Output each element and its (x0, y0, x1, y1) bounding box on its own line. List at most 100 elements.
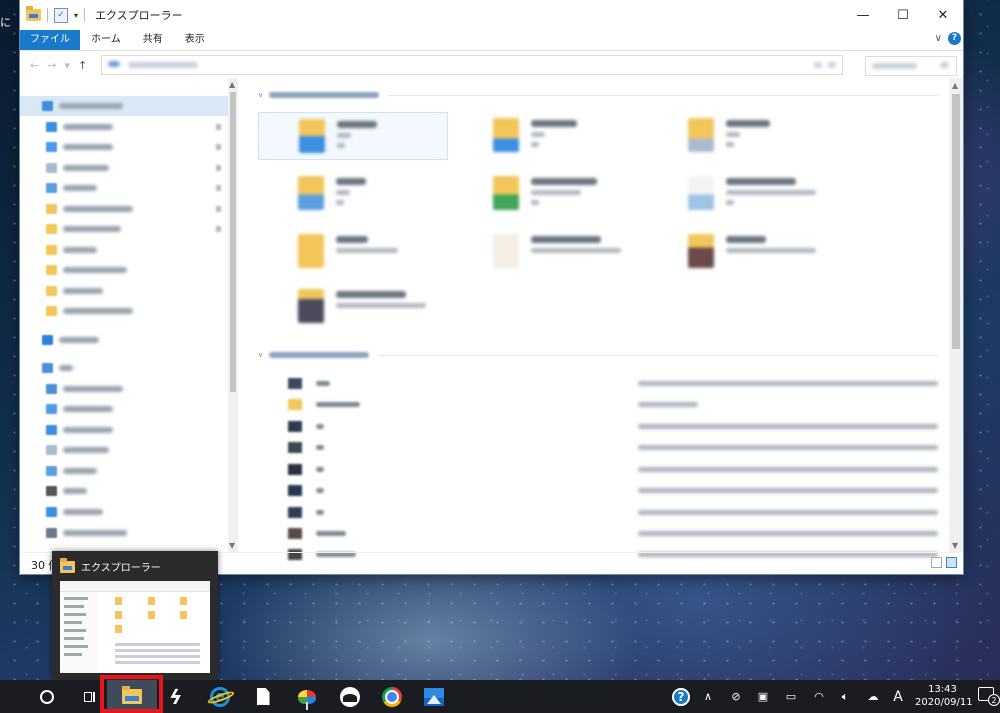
search-placeholder (872, 63, 917, 69)
pin-icon (216, 185, 221, 191)
clock[interactable]: 13:43 2020/09/11 (915, 680, 973, 713)
file-row[interactable] (288, 526, 938, 540)
tray-overflow-button[interactable]: ∧ (698, 680, 718, 713)
preview-thumbnail[interactable] (60, 581, 210, 673)
file-row[interactable] (288, 440, 938, 454)
nav-item[interactable] (46, 465, 97, 477)
nav-item-pc[interactable] (42, 362, 73, 374)
recent-locations-icon[interactable]: ▾ (64, 59, 70, 72)
taskbar-chrome-button[interactable] (372, 680, 412, 713)
folder-tile[interactable] (648, 228, 838, 276)
tab-share[interactable]: 共有 (132, 30, 174, 50)
properties-icon[interactable]: ✓ (54, 7, 68, 23)
nav-item[interactable] (46, 444, 109, 456)
window-title: エクスプローラー (95, 9, 183, 22)
nav-item[interactable] (46, 285, 103, 297)
section-header-recent-files[interactable]: ∨ (258, 350, 370, 360)
nav-item-onedrive[interactable] (42, 334, 99, 346)
nav-item[interactable] (46, 121, 113, 133)
nav-item[interactable] (46, 182, 97, 194)
nav-item[interactable] (46, 383, 123, 395)
view-switcher (931, 557, 957, 568)
wifi-button[interactable]: ◠ (808, 680, 830, 713)
file-list-scrollbar-thumb[interactable] (952, 94, 960, 349)
tab-view[interactable]: 表示 (174, 30, 216, 50)
explorer-window[interactable]: ✓ ▾ エクスプローラー — ☐ ✕ ファイル ホーム 共有 表示 ∨ ? ← … (20, 0, 963, 574)
nav-item[interactable] (46, 403, 113, 415)
ime-button[interactable]: A (888, 680, 908, 713)
folder-tile[interactable] (258, 283, 448, 331)
folder-tile[interactable] (648, 170, 838, 218)
onedrive-button[interactable]: ☁ (862, 680, 884, 713)
section-header-frequent-folders[interactable]: ∨ (258, 90, 380, 100)
folder-tile[interactable] (453, 170, 643, 218)
nav-item[interactable] (46, 264, 127, 276)
nav-scrollbar-thumb[interactable] (230, 92, 236, 392)
address-bar[interactable] (101, 55, 844, 75)
chevron-down-icon[interactable]: ∨ (935, 33, 942, 44)
cloud-upload-icon: ☁ (867, 690, 879, 703)
file-row[interactable] (288, 483, 938, 497)
nav-item[interactable] (46, 223, 121, 235)
tray-icon[interactable]: ▣ (752, 680, 774, 713)
scroll-up-icon[interactable]: ▲ (229, 80, 235, 89)
explorer-folder-icon (60, 557, 75, 573)
folder-tile[interactable] (258, 112, 448, 160)
search-input[interactable] (865, 56, 957, 76)
folder-tile[interactable] (648, 112, 838, 160)
battery-button[interactable]: ▭ (780, 680, 802, 713)
nav-item[interactable] (46, 527, 127, 539)
large-icons-view-icon[interactable] (946, 557, 957, 568)
tray-icon[interactable]: ⊘ (725, 680, 747, 713)
nav-item[interactable] (46, 305, 133, 317)
file-row[interactable] (288, 505, 938, 519)
volume-button[interactable]: 🔈︎ (834, 680, 856, 713)
back-arrow-icon[interactable]: ← (30, 59, 39, 72)
close-button[interactable]: ✕ (923, 0, 963, 30)
nav-item[interactable] (46, 424, 113, 436)
customize-toolbar-icon[interactable]: ▾ (74, 11, 78, 20)
scroll-down-icon[interactable]: ▼ (952, 541, 958, 550)
nav-item-quick-access[interactable] (42, 100, 123, 112)
details-view-icon[interactable] (931, 557, 942, 568)
taskbar-app-button[interactable] (287, 680, 327, 713)
folder-tile[interactable] (258, 170, 448, 218)
cortana-button[interactable] (30, 680, 64, 713)
nav-item[interactable] (46, 203, 133, 215)
refresh-icon[interactable] (828, 62, 837, 68)
forward-arrow-icon[interactable]: → (47, 59, 56, 72)
wifi-icon: ◠ (814, 690, 824, 703)
nav-item[interactable] (46, 141, 113, 153)
taskbar-ie-button[interactable]: e (200, 680, 240, 713)
file-row[interactable] (288, 419, 938, 433)
title-bar[interactable]: ✓ ▾ エクスプローラー — ☐ ✕ (20, 0, 963, 30)
help-button[interactable]: ? (948, 32, 961, 45)
pin-icon (216, 165, 221, 171)
folder-tile[interactable] (453, 112, 643, 160)
file-row[interactable] (288, 376, 938, 390)
maximize-button[interactable]: ☐ (883, 0, 923, 30)
taskbar-app-button[interactable] (330, 680, 370, 713)
nav-item[interactable] (46, 244, 97, 256)
scroll-down-icon[interactable]: ▼ (229, 541, 235, 550)
nav-item[interactable] (46, 485, 87, 497)
taskbar-notepad-button[interactable] (245, 680, 281, 713)
taskbar-thumbnail-preview[interactable]: エクスプローラー (52, 551, 218, 680)
nav-item[interactable] (46, 506, 103, 518)
taskbar-photos-button[interactable] (414, 680, 454, 713)
nav-item[interactable] (46, 162, 109, 174)
tab-file[interactable]: ファイル (20, 30, 80, 50)
address-dropdown[interactable] (814, 62, 823, 68)
file-list-pane[interactable]: ∨ ∨ (238, 78, 949, 560)
scroll-up-icon[interactable]: ▲ (952, 81, 958, 90)
tray-help-button[interactable]: ? (668, 680, 694, 713)
file-row[interactable] (288, 397, 938, 411)
tab-home[interactable]: ホーム (80, 30, 132, 50)
taskbar-app-button[interactable]: ϟ (158, 680, 194, 713)
file-row[interactable] (288, 462, 938, 476)
up-arrow-icon[interactable]: ↑ (78, 59, 87, 72)
folder-tile[interactable] (453, 228, 643, 276)
folder-tile[interactable] (258, 228, 448, 276)
minimize-button[interactable]: — (843, 0, 883, 30)
navigation-pane[interactable]: ▲ ▼ (20, 78, 238, 552)
